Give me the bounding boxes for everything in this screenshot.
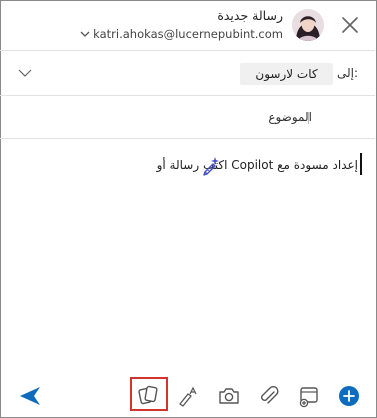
add-button[interactable] (336, 383, 362, 409)
draw-icon (179, 386, 197, 407)
message-body[interactable]: اكتب رسالة أو Copilot إعداد مسودة مع (0, 158, 358, 172)
avatar[interactable] (292, 9, 324, 41)
chevron-down-icon (18, 69, 32, 77)
attach-icon (261, 385, 279, 404)
camera-icon (219, 388, 239, 404)
copilot-workspace-button[interactable] (130, 377, 168, 411)
send-button[interactable] (17, 383, 43, 409)
subject-caret (308, 112, 309, 124)
recipient-name: كات لارسون (255, 67, 318, 81)
body-placeholder: اكتب رسالة أو Copilot إعداد مسودة مع (156, 158, 358, 172)
text-cursor (360, 153, 362, 175)
user-photo-icon (292, 9, 324, 41)
account-switch-button[interactable] (80, 30, 90, 38)
attach-button[interactable] (256, 383, 282, 409)
add-icon (339, 386, 359, 406)
from-account[interactable]: katri.ahokas@lucernepubint.com (93, 27, 283, 41)
divider (0, 138, 375, 139)
close-icon (342, 17, 358, 33)
divider (0, 95, 375, 96)
recipient-chip[interactable]: كات لارسون (240, 63, 333, 85)
chevron-down-icon (80, 31, 90, 37)
format-button[interactable] (296, 383, 322, 409)
close-button[interactable] (337, 12, 363, 38)
pen-sparkle-icon (203, 157, 219, 176)
to-label: إلى: (336, 66, 358, 80)
divider (0, 50, 375, 51)
copilot-draft-button[interactable] (200, 155, 222, 177)
camera-button[interactable] (216, 383, 242, 409)
subject-field[interactable]: الموضوع (268, 110, 312, 124)
expand-recipients-button[interactable] (18, 68, 32, 78)
draw-button[interactable] (176, 383, 202, 409)
copilot-workspace-icon (138, 385, 158, 405)
send-icon (20, 387, 40, 405)
compose-title: رسالة جديدة (217, 8, 283, 23)
compose-icon (299, 387, 318, 408)
